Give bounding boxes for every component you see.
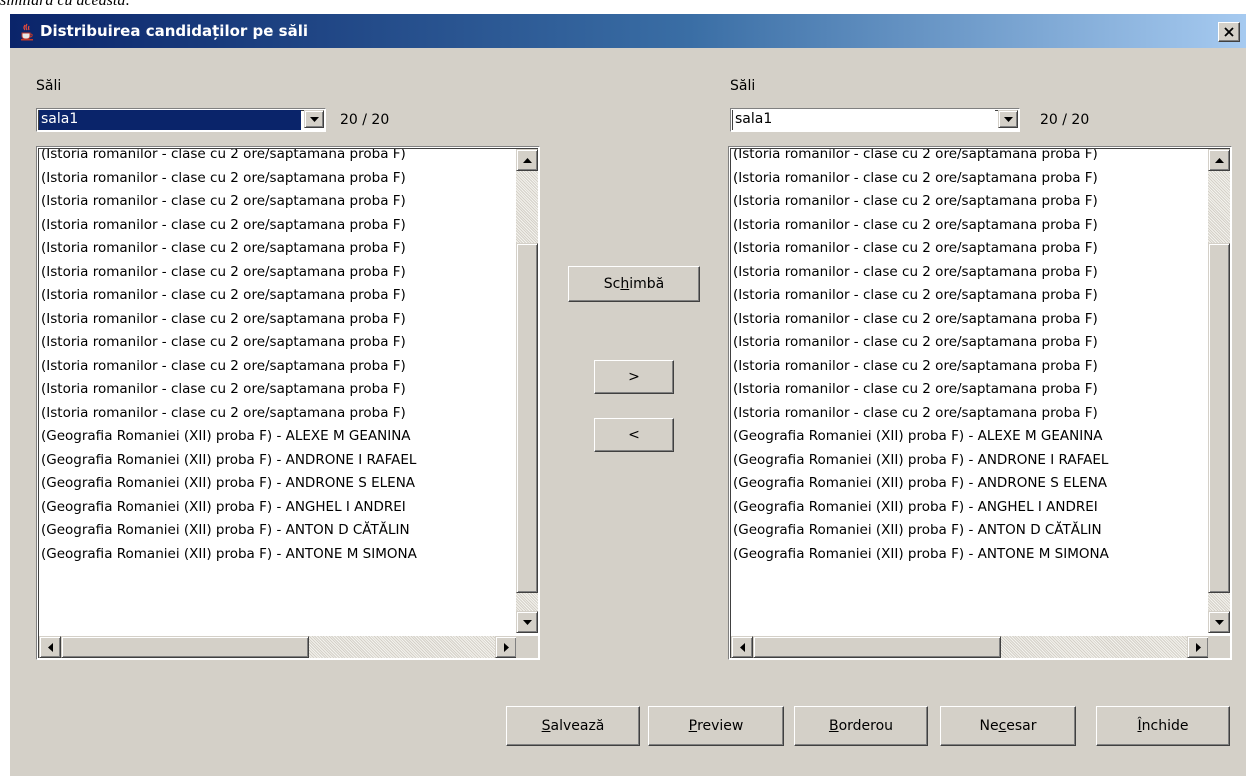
close-window-button[interactable]	[1218, 22, 1240, 42]
chevron-down-icon	[310, 117, 319, 122]
list-item[interactable]: (Istoria romanilor - clase cu 2 ore/sapt…	[39, 331, 509, 355]
right-scroll-down-button[interactable]	[1208, 611, 1230, 633]
java-cup-icon	[21, 23, 33, 41]
list-item[interactable]: (Istoria romanilor - clase cu 2 ore/sapt…	[39, 214, 509, 238]
right-list-items: (Istoria romanilor - clase cu 2 ore/sapt…	[731, 149, 1201, 635]
window-title: Distribuirea candidaților pe săli	[40, 22, 308, 40]
right-scroll-left-button[interactable]	[731, 636, 753, 658]
move-right-button[interactable]: >	[594, 360, 674, 394]
list-item[interactable]: (Istoria romanilor - clase cu 2 ore/sapt…	[731, 149, 1201, 167]
list-item[interactable]: (Istoria romanilor - clase cu 2 ore/sapt…	[731, 261, 1201, 285]
move-left-button[interactable]: <	[594, 418, 674, 452]
arrow-down-icon	[1215, 620, 1224, 625]
preview-button[interactable]: Preview	[648, 706, 784, 746]
list-item[interactable]: (Istoria romanilor - clase cu 2 ore/sapt…	[731, 167, 1201, 191]
list-item[interactable]: (Istoria romanilor - clase cu 2 ore/sapt…	[39, 378, 509, 402]
list-item[interactable]: (Geografia Romaniei (XII) proba F) - AND…	[731, 449, 1201, 473]
right-candidates-list[interactable]: (Istoria romanilor - clase cu 2 ore/sapt…	[728, 146, 1232, 660]
list-item[interactable]: (Istoria romanilor - clase cu 2 ore/sapt…	[731, 355, 1201, 379]
left-list-items: (Istoria romanilor - clase cu 2 ore/sapt…	[39, 149, 509, 635]
right-room-count: 20 / 20	[1040, 112, 1090, 128]
list-item[interactable]: (Istoria romanilor - clase cu 2 ore/sapt…	[731, 237, 1201, 261]
list-item[interactable]: (Geografia Romaniei (XII) proba F) - AND…	[39, 472, 509, 496]
list-item[interactable]: (Istoria romanilor - clase cu 2 ore/sapt…	[731, 284, 1201, 308]
arrow-up-icon	[523, 158, 532, 163]
left-candidates-list[interactable]: (Istoria romanilor - clase cu 2 ore/sapt…	[36, 146, 540, 660]
close-button[interactable]: Închide	[1096, 706, 1230, 746]
right-vertical-scroll-thumb[interactable]	[1208, 243, 1230, 593]
list-item[interactable]: (Geografia Romaniei (XII) proba F) - ALE…	[731, 425, 1201, 449]
list-item[interactable]: (Istoria romanilor - clase cu 2 ore/sapt…	[39, 284, 509, 308]
list-item[interactable]: (Geografia Romaniei (XII) proba F) - ANT…	[731, 519, 1201, 543]
right-horizontal-scroll-thumb[interactable]	[753, 636, 1001, 658]
list-item[interactable]: (Istoria romanilor - clase cu 2 ore/sapt…	[39, 261, 509, 285]
title-bar[interactable]: Distribuirea candidaților pe săli	[10, 14, 1246, 48]
right-room-combo-value: sala1	[733, 110, 995, 130]
left-vertical-scrollbar[interactable]	[516, 149, 538, 633]
right-rooms-label: Săli	[730, 78, 756, 94]
arrow-right-icon	[504, 643, 509, 652]
list-item[interactable]: (Istoria romanilor - clase cu 2 ore/sapt…	[39, 167, 509, 191]
list-item[interactable]: (Istoria romanilor - clase cu 2 ore/sapt…	[731, 402, 1201, 426]
save-button[interactable]: Salvează	[506, 706, 640, 746]
left-room-combo-value: sala1	[39, 110, 301, 130]
chevron-down-icon	[1004, 117, 1013, 122]
list-item[interactable]: (Istoria romanilor - clase cu 2 ore/sapt…	[731, 378, 1201, 402]
dialog-window: Distribuirea candidaților pe săli Săli s…	[10, 14, 1246, 776]
left-room-combo-arrow[interactable]	[304, 110, 324, 128]
list-item[interactable]: (Istoria romanilor - clase cu 2 ore/sapt…	[731, 214, 1201, 238]
list-item[interactable]: (Istoria romanilor - clase cu 2 ore/sapt…	[39, 149, 509, 167]
left-scroll-right-button[interactable]	[495, 636, 517, 658]
list-item[interactable]: (Istoria romanilor - clase cu 2 ore/sapt…	[731, 308, 1201, 332]
arrow-up-icon	[1215, 158, 1224, 163]
swap-button[interactable]: Sc h imbă	[568, 266, 700, 302]
right-scroll-up-button[interactable]	[1208, 149, 1230, 171]
list-item[interactable]: (Geografia Romaniei (XII) proba F) - ALE…	[39, 425, 509, 449]
list-item[interactable]: (Istoria romanilor - clase cu 2 ore/sapt…	[39, 237, 509, 261]
list-item[interactable]: (Istoria romanilor - clase cu 2 ore/sapt…	[731, 331, 1201, 355]
list-item[interactable]: (Geografia Romaniei (XII) proba F) - AND…	[731, 472, 1201, 496]
left-scroll-left-button[interactable]	[39, 636, 61, 658]
left-scroll-up-button[interactable]	[516, 149, 538, 171]
list-item[interactable]: (Geografia Romaniei (XII) proba F) - ANT…	[731, 543, 1201, 567]
left-scroll-down-button[interactable]	[516, 611, 538, 633]
list-item[interactable]: (Istoria romanilor - clase cu 2 ore/sapt…	[731, 190, 1201, 214]
arrow-left-icon	[740, 643, 745, 652]
right-room-combo[interactable]: sala1	[730, 108, 1020, 132]
list-item[interactable]: (Istoria romanilor - clase cu 2 ore/sapt…	[39, 402, 509, 426]
left-room-count: 20 / 20	[340, 112, 390, 128]
arrow-down-icon	[523, 620, 532, 625]
list-item[interactable]: (Geografia Romaniei (XII) proba F) - ANG…	[731, 496, 1201, 520]
list-item[interactable]: (Geografia Romaniei (XII) proba F) - ANT…	[39, 519, 509, 543]
necesar-button[interactable]: Ne c esar	[940, 706, 1076, 746]
left-rooms-label: Săli	[36, 78, 62, 94]
list-item[interactable]: (Istoria romanilor - clase cu 2 ore/sapt…	[39, 190, 509, 214]
list-item[interactable]: (Istoria romanilor - clase cu 2 ore/sapt…	[39, 308, 509, 332]
left-room-combo[interactable]: sala1	[36, 108, 326, 132]
left-horizontal-scrollbar[interactable]	[39, 636, 517, 658]
document-text: similară cu aceasta:	[0, 0, 131, 9]
list-item[interactable]: (Geografia Romaniei (XII) proba F) - ANG…	[39, 496, 509, 520]
list-item[interactable]: (Istoria romanilor - clase cu 2 ore/sapt…	[39, 355, 509, 379]
arrow-right-icon	[1196, 643, 1201, 652]
right-scroll-right-button[interactable]	[1187, 636, 1209, 658]
right-room-combo-arrow[interactable]	[998, 110, 1018, 128]
list-item[interactable]: (Geografia Romaniei (XII) proba F) - AND…	[39, 449, 509, 473]
borderou-button[interactable]: Borderou	[794, 706, 928, 746]
left-horizontal-scroll-thumb[interactable]	[61, 636, 309, 658]
right-vertical-scrollbar[interactable]	[1208, 149, 1230, 633]
close-icon	[1224, 27, 1234, 37]
list-item[interactable]: (Geografia Romaniei (XII) proba F) - ANT…	[39, 543, 509, 567]
right-horizontal-scrollbar[interactable]	[731, 636, 1209, 658]
left-vertical-scroll-thumb[interactable]	[516, 243, 538, 593]
arrow-left-icon	[48, 643, 53, 652]
